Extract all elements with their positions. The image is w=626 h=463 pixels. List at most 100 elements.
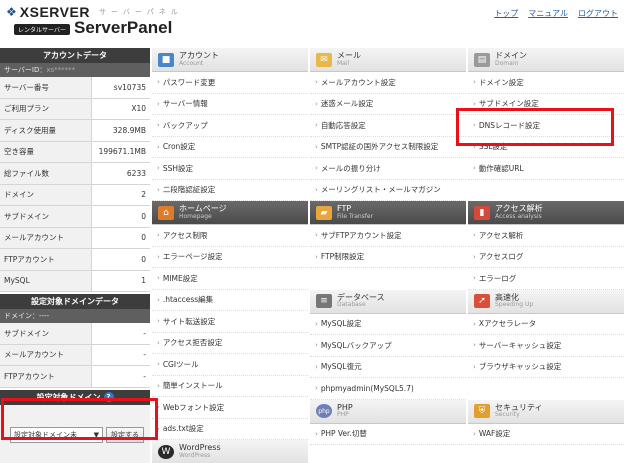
- arrow-right-icon: ›: [315, 341, 318, 350]
- row-value: 328.9MB: [112, 125, 146, 135]
- menu-item-php-version[interactable]: › PHP Ver.切替: [310, 424, 466, 445]
- menu-item-label: メールアカウント設定: [320, 77, 396, 87]
- arrow-right-icon: ›: [157, 274, 160, 283]
- row-value: -: [143, 328, 146, 338]
- menu-item-label: MIME設定: [162, 273, 198, 283]
- menu-item-ssh[interactable]: › SSH設定: [152, 158, 308, 180]
- category-en: Access analysis: [495, 212, 542, 220]
- arrow-right-icon: ›: [473, 164, 476, 173]
- category-mail: ✉ メール Mail: [310, 48, 466, 72]
- category-en: Homepage: [179, 212, 212, 220]
- menu-item-backup[interactable]: › バックアップ: [152, 115, 308, 137]
- arrow-right-icon: ›: [315, 362, 318, 371]
- sidebar-row: サブドメイン 0: [0, 206, 150, 228]
- arrow-right-icon: ›: [473, 99, 476, 108]
- menu-item-server-cache[interactable]: › サーバーキャッシュ設定: [468, 335, 624, 357]
- arrow-right-icon: ›: [315, 78, 318, 87]
- row-label: サーバー番号: [0, 77, 92, 98]
- menu-item-cgi[interactable]: › CGIツール: [152, 354, 308, 376]
- logo-badge: レンタルサーバー: [14, 24, 70, 35]
- menu-item-web-font[interactable]: › Webフォント設定: [152, 397, 308, 419]
- menu-item-server-info[interactable]: › サーバー情報: [152, 94, 308, 115]
- arrow-right-icon: ›: [473, 78, 476, 87]
- highlight-domain-select: [1, 398, 158, 440]
- menu-item-label: MySQL設定: [320, 319, 362, 329]
- menu-item-mailing-list[interactable]: › メーリングリスト・メールマガジン: [310, 180, 466, 201]
- arrow-right-icon: ›: [473, 341, 476, 350]
- sidebar-row: サブドメイン -: [0, 323, 150, 345]
- server-id-label: サーバーID：: [4, 66, 47, 74]
- menu-item-label: 二段階認証設定: [162, 185, 216, 195]
- empty-cell: [468, 378, 624, 400]
- menu-item-auto-reply[interactable]: › 自動応答設定: [310, 115, 466, 137]
- menu-item-ads-txt[interactable]: › ads.txt設定: [152, 419, 308, 440]
- menu-item-mysql[interactable]: › MySQL設定: [310, 314, 466, 335]
- row-value: 0: [141, 233, 146, 243]
- menu-item-mail-filter[interactable]: › メールの振り分け: [310, 158, 466, 180]
- menu-item-label: 自動応答設定: [320, 120, 366, 130]
- sidebar-row: 空き容量 199671.1MB: [0, 141, 150, 163]
- page-header: ❖ XSERVER サーバーパネル レンタルサーバー ServerPanel ト…: [0, 0, 626, 46]
- menu-item-easy-install[interactable]: › 簡単インストール: [152, 376, 308, 397]
- target-domain-label: ドメイン：----: [0, 309, 150, 323]
- category-en: PHP: [337, 411, 349, 419]
- menu-item-password[interactable]: › パスワード変更: [152, 72, 308, 94]
- menu-item-cron[interactable]: › Cron設定: [152, 137, 308, 158]
- menu-item-sub-ftp[interactable]: › サブFTPアカウント設定: [310, 225, 466, 247]
- menu-item-2fa[interactable]: › 二段階認証設定: [152, 180, 308, 201]
- top-link[interactable]: トップ: [494, 8, 518, 19]
- menu-item-label: .htaccess編集: [162, 295, 214, 305]
- arrow-right-icon: ›: [157, 252, 160, 261]
- menu-item-x-accelerator[interactable]: › Xアクセラレータ: [468, 314, 624, 335]
- menu-item-label: サーバー情報: [162, 99, 208, 109]
- menu-item-label: サイト転送設定: [162, 316, 216, 326]
- row-value: 1: [141, 276, 146, 286]
- menu-item-domain-settings[interactable]: › ドメイン設定: [468, 72, 624, 94]
- category-en: Speeding Up: [495, 301, 534, 309]
- menu-item-mime[interactable]: › MIME設定: [152, 268, 308, 290]
- target-domain-data-title: 設定対象ドメインデータ: [0, 294, 150, 309]
- sidebar-row: 総ファイル数 6233: [0, 163, 150, 185]
- menu-item-mysql-backup[interactable]: › MySQLバックアップ: [310, 335, 466, 357]
- arrow-right-icon: ›: [157, 185, 160, 194]
- row-value: 2: [141, 190, 146, 200]
- menu-item-waf[interactable]: › WAF設定: [468, 424, 624, 445]
- menu-item-label: SSH設定: [162, 163, 193, 173]
- category-homepage: ⌂ ホームページ Homepage: [152, 201, 308, 225]
- xserver-logo-mark-icon: ❖: [6, 5, 17, 19]
- menu-item-error-page[interactable]: › エラーページ設定: [152, 247, 308, 268]
- row-label: FTPアカウント: [0, 249, 92, 270]
- menu-item-smtp-limit[interactable]: › SMTP認証の国外アクセス制限設定: [310, 137, 466, 158]
- menu-item-spam[interactable]: › 迷惑メール設定: [310, 94, 466, 115]
- arrow-right-icon: ›: [315, 164, 318, 173]
- menu-item-label: エラーページ設定: [162, 252, 223, 262]
- menu-item-redirect[interactable]: › サイト転送設定: [152, 311, 308, 333]
- menu-item-error-log[interactable]: › エラーログ: [468, 268, 624, 290]
- empty-cell: [310, 268, 466, 290]
- menu-item-test-url[interactable]: › 動作確認URL: [468, 158, 624, 180]
- rocket-icon: ➚: [474, 294, 490, 308]
- server-id-row: サーバーID： xs******: [0, 63, 150, 77]
- menu-item-htaccess[interactable]: › .htaccess編集: [152, 290, 308, 311]
- arrow-right-icon: ›: [315, 429, 318, 438]
- menu-item-access-deny[interactable]: › アクセス拒否設定: [152, 333, 308, 354]
- manual-link[interactable]: マニュアル: [528, 8, 568, 19]
- menu-item-access-log[interactable]: › アクセスログ: [468, 247, 624, 268]
- menu-item-ftp-limit[interactable]: › FTP制限設定: [310, 247, 466, 268]
- logout-link[interactable]: ログアウト: [578, 8, 618, 19]
- mail-icon: ✉: [316, 52, 332, 67]
- row-label: 総ファイル数: [0, 163, 92, 184]
- arrow-right-icon: ›: [157, 121, 160, 130]
- menu-item-access-analysis[interactable]: › アクセス解析: [468, 225, 624, 247]
- menu-item-mysql-restore[interactable]: › MySQL復元: [310, 357, 466, 378]
- menu-item-label: Cron設定: [162, 142, 196, 152]
- menu-item-access-limit[interactable]: › アクセス制限: [152, 225, 308, 247]
- server-id-value: xs******: [46, 66, 76, 74]
- menu-item-browser-cache[interactable]: › ブラウザキャッシュ設定: [468, 357, 624, 378]
- menu-item-phpmyadmin[interactable]: › phpmyadmin(MySQL5.7): [310, 378, 466, 400]
- category-ftp: ▰ FTP File Transfer: [310, 201, 466, 225]
- menu-item-label: メーリングリスト・メールマガジン: [320, 185, 441, 195]
- row-label: サブドメイン: [0, 206, 92, 227]
- menu-item-mail-account[interactable]: › メールアカウント設定: [310, 72, 466, 94]
- sidebar-row: ディスク使用量 328.9MB: [0, 120, 150, 142]
